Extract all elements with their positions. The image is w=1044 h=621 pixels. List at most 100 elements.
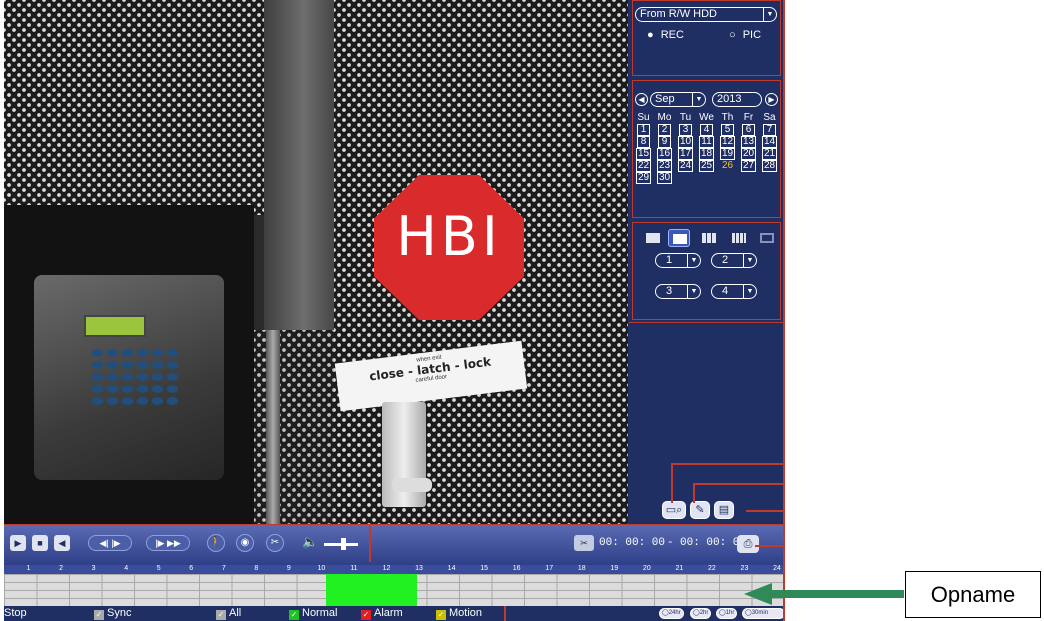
alarm-checkbox[interactable]: ✓ Alarm xyxy=(361,607,403,620)
radio-filled-icon: ● xyxy=(647,29,654,41)
calendar-day-number: 13 xyxy=(740,136,757,148)
fullscreen-button[interactable] xyxy=(756,229,778,247)
all-checkbox[interactable]: ✓ All xyxy=(216,607,241,620)
chevron-down-icon: ▼ xyxy=(692,93,705,106)
calendar-day[interactable]: 16 xyxy=(654,148,675,160)
channel-select-4[interactable]: 4 ▼ xyxy=(711,284,757,299)
calendar-day[interactable]: 30 xyxy=(654,172,675,184)
file-list-button[interactable]: ▤ xyxy=(714,501,734,519)
timeline[interactable]: 1 2 3 4 5 6 7 8 9 10 11 12 13 14 15 16 17 18 19 20 21 22 23 24 xyxy=(4,565,785,606)
scissors-icon: ✂ xyxy=(270,537,280,548)
reverse-play-button[interactable]: ◀ xyxy=(54,535,70,551)
video-playback-view[interactable]: HBI when exit close - latch - lock caref… xyxy=(4,0,628,524)
play-button[interactable]: ▶ xyxy=(10,535,26,551)
timeline-hour-label: 18 xyxy=(577,565,586,572)
calendar-day[interactable]: 22 xyxy=(633,160,654,172)
calendar-day[interactable]: 3 xyxy=(675,124,696,136)
calendar-day[interactable]: 17 xyxy=(675,148,696,160)
channel-select-2[interactable]: 2 ▼ xyxy=(711,253,757,268)
checkbox-icon: ✓ xyxy=(94,610,104,620)
calendar-day-number: 24 xyxy=(677,160,694,172)
timeline-hour-label: 9 xyxy=(286,565,291,572)
save-clip-button[interactable]: ⎙ xyxy=(737,535,759,553)
calendar-day[interactable]: 28 xyxy=(759,160,780,172)
channel-select-1[interactable]: 1 ▼ xyxy=(655,253,701,268)
fullscreen-icon xyxy=(760,233,774,243)
calendar-day[interactable]: 1 xyxy=(633,124,654,136)
calendar-day[interactable]: 19 xyxy=(717,148,738,160)
zoom-1hr-radio[interactable]: ◯1hr xyxy=(716,608,738,619)
chevron-right-icon[interactable]: ▶ xyxy=(765,93,778,106)
calendar-day[interactable]: 23 xyxy=(654,160,675,172)
timeline-hour-label: 15 xyxy=(480,565,489,572)
calendar-day[interactable]: 2 xyxy=(654,124,675,136)
mark-button[interactable]: ✎ xyxy=(690,501,710,519)
layout-9-button[interactable] xyxy=(698,229,720,247)
calendar-day[interactable]: 8 xyxy=(633,136,654,148)
calendar-day-number: 3 xyxy=(679,124,692,136)
timeline-hour-label: 7 xyxy=(221,565,226,572)
clip-button[interactable]: ✂ xyxy=(266,534,284,552)
motion-checkbox[interactable]: ✓ Motion xyxy=(436,607,482,620)
calendar-day-number: 29 xyxy=(635,172,652,184)
chevron-down-icon: ▼ xyxy=(743,254,756,267)
chevron-down-icon: ▼ xyxy=(743,285,756,298)
calendar-day[interactable]: 12 xyxy=(717,136,738,148)
radio-empty-icon: ○ xyxy=(729,29,736,41)
calendar-day-number: 4 xyxy=(700,124,713,136)
volume-slider-knob[interactable] xyxy=(341,538,346,550)
calendar-day[interactable]: 18 xyxy=(696,148,717,160)
calendar-day[interactable]: 14 xyxy=(759,136,780,148)
calendar-day[interactable]: 25 xyxy=(696,160,717,172)
calendar-day[interactable]: 21 xyxy=(759,148,780,160)
layout-1-button[interactable] xyxy=(642,229,664,247)
person-icon: 🚶 xyxy=(209,537,223,548)
layout-16-button[interactable] xyxy=(728,229,750,247)
radio-pic[interactable]: ○ PIC xyxy=(729,29,761,41)
timeline-hour-label: 17 xyxy=(545,565,554,572)
calendar-day[interactable]: 9 xyxy=(654,136,675,148)
zoom-24hr-radio[interactable]: ◯24hr xyxy=(659,608,684,619)
recording-segment[interactable] xyxy=(326,574,418,606)
snapshot-button[interactable]: ◉ xyxy=(236,534,254,552)
cage-wall xyxy=(264,0,344,330)
callout-line xyxy=(629,322,785,323)
zoom-30min-radio[interactable]: ◯30min xyxy=(742,608,785,619)
door-handle xyxy=(392,478,432,492)
stop-button[interactable]: ■ xyxy=(32,535,48,551)
calendar-day-number: 2 xyxy=(658,124,671,136)
calendar-day-number: 9 xyxy=(658,136,671,148)
timeline-hour-label: 22 xyxy=(708,565,716,572)
calendar-day[interactable]: 5 xyxy=(717,124,738,136)
calendar-day[interactable]: 29 xyxy=(633,172,654,184)
calendar-day[interactable]: 15 xyxy=(633,148,654,160)
smart-search-button[interactable]: ▭⌕ xyxy=(662,501,686,519)
layout-4-button[interactable] xyxy=(668,229,690,247)
chevron-left-icon[interactable]: ◀ xyxy=(635,93,648,106)
search-icon: ▭⌕ xyxy=(665,504,683,516)
callout-line xyxy=(671,463,785,465)
frame-step-button[interactable]: ◀| |▶ xyxy=(88,535,132,551)
calendar-day[interactable]: 20 xyxy=(738,148,759,160)
clip-start-time: 00: 00: 00 xyxy=(599,537,666,549)
backup-button[interactable]: ✂ xyxy=(574,535,594,551)
zoom-2hr-radio[interactable]: ◯2hr xyxy=(690,608,712,619)
calendar-day[interactable]: 10 xyxy=(675,136,696,148)
calendar-day[interactable]: 11 xyxy=(696,136,717,148)
calendar-day[interactable]: 24 xyxy=(675,160,696,172)
year-select[interactable]: 2013 xyxy=(712,92,762,107)
calendar-day[interactable]: 4 xyxy=(696,124,717,136)
sync-checkbox[interactable]: ✓ Sync xyxy=(94,607,131,620)
channel-select-3[interactable]: 3 ▼ xyxy=(655,284,701,299)
calendar-day[interactable]: 26 xyxy=(717,160,738,172)
calendar-day[interactable]: 7 xyxy=(759,124,780,136)
speed-buttons[interactable]: |▶ ▶▶ xyxy=(146,535,190,551)
calendar-day[interactable]: 6 xyxy=(738,124,759,136)
calendar-day[interactable]: 27 xyxy=(738,160,759,172)
radio-rec[interactable]: ● REC xyxy=(647,29,684,41)
calendar-day[interactable]: 13 xyxy=(738,136,759,148)
source-select[interactable]: From R/W HDD ▼ xyxy=(635,7,777,22)
smart-search-person-button[interactable]: 🚶 xyxy=(207,534,225,552)
month-select[interactable]: Sep ▼ xyxy=(650,92,706,107)
normal-checkbox[interactable]: ✓ Normal xyxy=(289,607,337,620)
